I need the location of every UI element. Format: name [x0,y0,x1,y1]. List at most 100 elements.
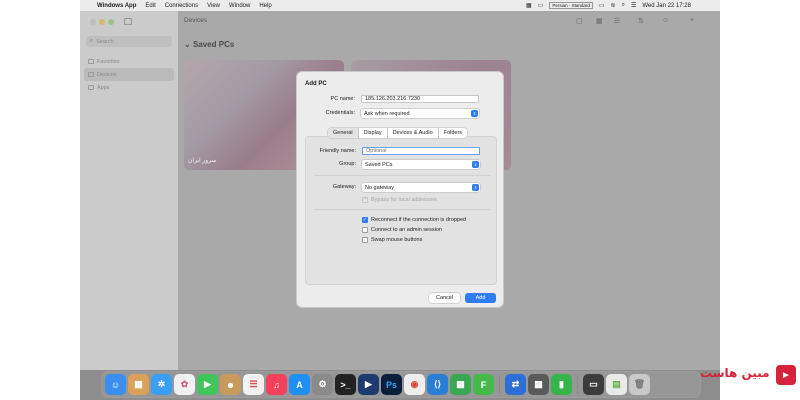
battery-icon[interactable]: ▭ [599,2,605,9]
divider [314,175,490,176]
friendly-name-input[interactable] [362,147,480,155]
menu-view[interactable]: View [207,3,220,9]
photos-icon[interactable]: ✿ [174,374,195,395]
settings-icon[interactable]: ⚙ [312,374,333,395]
menu-app-name[interactable]: Windows App [97,3,136,9]
launchpad-icon[interactable]: ▦ [128,374,149,395]
reconnect-label: Reconnect if the connection is dropped [371,217,467,223]
sidebar-item-apps[interactable]: Apps [84,81,174,94]
add-icon[interactable]: + [690,17,694,24]
gateway-select[interactable]: No gateway ⇕ [362,183,480,192]
list-view-icon[interactable]: ☰ [614,17,620,25]
facetime-icon[interactable]: ▶ [197,374,218,395]
grid-view-icon[interactable]: ▦ [596,17,603,25]
gateway-value: No gateway [365,184,395,191]
bypass-label: Bypass for local addresses [371,197,437,203]
menu-help[interactable]: Help [259,3,271,9]
sidebar-item-label: Devices [97,71,117,78]
music-icon[interactable]: ♫ [266,374,287,395]
divider [314,209,490,210]
sidebar-item-devices[interactable]: Devices [84,68,174,81]
tab-general[interactable]: General [328,128,359,138]
display-status-icon[interactable]: ▭ [538,2,544,9]
calculator-icon[interactable]: ▦ [528,374,549,395]
sidebar-toggle-icon[interactable] [124,18,132,25]
brand-watermark: مبین هاست ► [698,361,800,391]
sidebar-item-label: Apps [97,84,110,91]
close-button[interactable] [90,19,96,25]
window-controls [90,19,114,25]
mac-screen: Windows App Edit Connections View Window… [80,0,720,400]
search-input[interactable]: ⌕ Search [86,36,172,47]
monitor-icon[interactable]: ▭ [583,374,604,395]
updown-arrow-icon: ⇕ [472,184,479,191]
grid-status-icon[interactable]: ▦ [526,2,532,9]
vscode-icon[interactable]: ⟨⟩ [427,374,448,395]
brand-text: مبین هاست [700,366,770,380]
admin-session-label: Connect to an admin session [371,227,442,233]
menu-bar: Windows App Edit Connections View Window… [80,0,720,11]
sort-icon[interactable]: ⇅ [638,17,644,25]
section-title[interactable]: ⌄ Saved PCs [184,40,234,49]
dock-divider [577,375,578,394]
updown-arrow-icon: ⇕ [472,161,479,168]
trash-icon[interactable]: 🗑 [629,374,650,395]
dialog-tabs: General Display Devices & Audio Folders [328,128,468,138]
admin-session-checkbox[interactable] [362,227,368,233]
minimize-button[interactable] [99,19,105,25]
tab-folders[interactable]: Folders [439,128,467,138]
contacts-icon[interactable]: ☻ [220,374,241,395]
reminders-icon[interactable]: ☰ [243,374,264,395]
pc-name-label: PC name: [330,96,355,102]
swap-mouse-label: Swap mouse buttons [371,237,423,243]
search-menu-icon[interactable]: ⌕ [622,2,625,9]
safari-icon[interactable]: ✲ [151,374,172,395]
bypass-checkbox[interactable]: ✓ [362,197,368,203]
brand-logo-icon: ► [776,365,796,385]
chrome-icon[interactable]: ◉ [404,374,425,395]
menu-window[interactable]: Window [229,3,250,9]
apps-icon [88,85,94,90]
settings-panel: Friendly name: Group: Saved PCs ⇕ Gatewa… [305,136,497,285]
add-button[interactable]: Add [465,293,496,303]
menu-edit[interactable]: Edit [145,3,155,9]
control-center-icon[interactable]: ☰ [631,2,636,9]
reconnect-checkbox[interactable]: ✓ [362,217,368,223]
menu-connections[interactable]: Connections [165,3,198,9]
sidebar-item-favorites[interactable]: Favorites [84,55,174,68]
cancel-button[interactable]: Cancel [429,293,460,303]
pc-name-field[interactable]: 185.126.203.216:7230 [361,95,479,103]
group-label: Group: [339,161,356,167]
settings-icon[interactable]: ☺ [662,17,669,24]
friendly-name-label: Friendly name: [319,148,356,154]
gateway-label: Gateway: [332,184,356,190]
search-placeholder: Search [96,38,114,45]
screen-icon[interactable]: ▢ [576,17,583,25]
windows-app-icon[interactable]: ▦ [450,374,471,395]
wifi-icon[interactable]: ≋ [611,2,616,9]
menu-clock[interactable]: Wed Jan 22 17:28 [642,3,691,9]
add-pc-dialog: Add PC PC name: 185.126.203.216:7230 Cre… [296,71,504,308]
screen-share-icon[interactable]: ⇄ [505,374,526,395]
numbers-icon[interactable]: ▮ [551,374,572,395]
credentials-label: Credentials: [325,110,355,116]
credentials-select[interactable]: Ask when required ⇕ [361,109,479,118]
tab-devices-audio[interactable]: Devices & Audio [388,128,439,138]
updown-arrow-icon: ⇕ [471,110,478,117]
terminal-icon[interactable]: >_ [335,374,356,395]
swap-mouse-checkbox[interactable] [362,237,368,243]
tab-display[interactable]: Display [359,128,388,138]
photoshop-icon[interactable]: Ps [381,374,402,395]
sidebar: ⌕ Search Favorites Devices Apps [80,11,178,370]
dock: ☺ ▦ ✲ ✿ ▶ ☻ ☰ ♫ A ⚙ >_ ▶ Ps ◉ ⟨⟩ ▦ F ⇄ ▦… [101,371,701,398]
zoom-button[interactable] [108,19,114,25]
frames-icon[interactable]: F [473,374,494,395]
app-store-icon[interactable]: A [289,374,310,395]
monitor-icon [88,72,94,77]
remote-play-icon[interactable]: ▶ [358,374,379,395]
group-select[interactable]: Saved PCs ⇕ [362,160,480,169]
page-title: Devices [184,17,208,24]
folder-icon[interactable]: ▤ [606,374,627,395]
keyboard-layout[interactable]: Persian - Standard [549,2,593,9]
finder-icon[interactable]: ☺ [105,374,126,395]
